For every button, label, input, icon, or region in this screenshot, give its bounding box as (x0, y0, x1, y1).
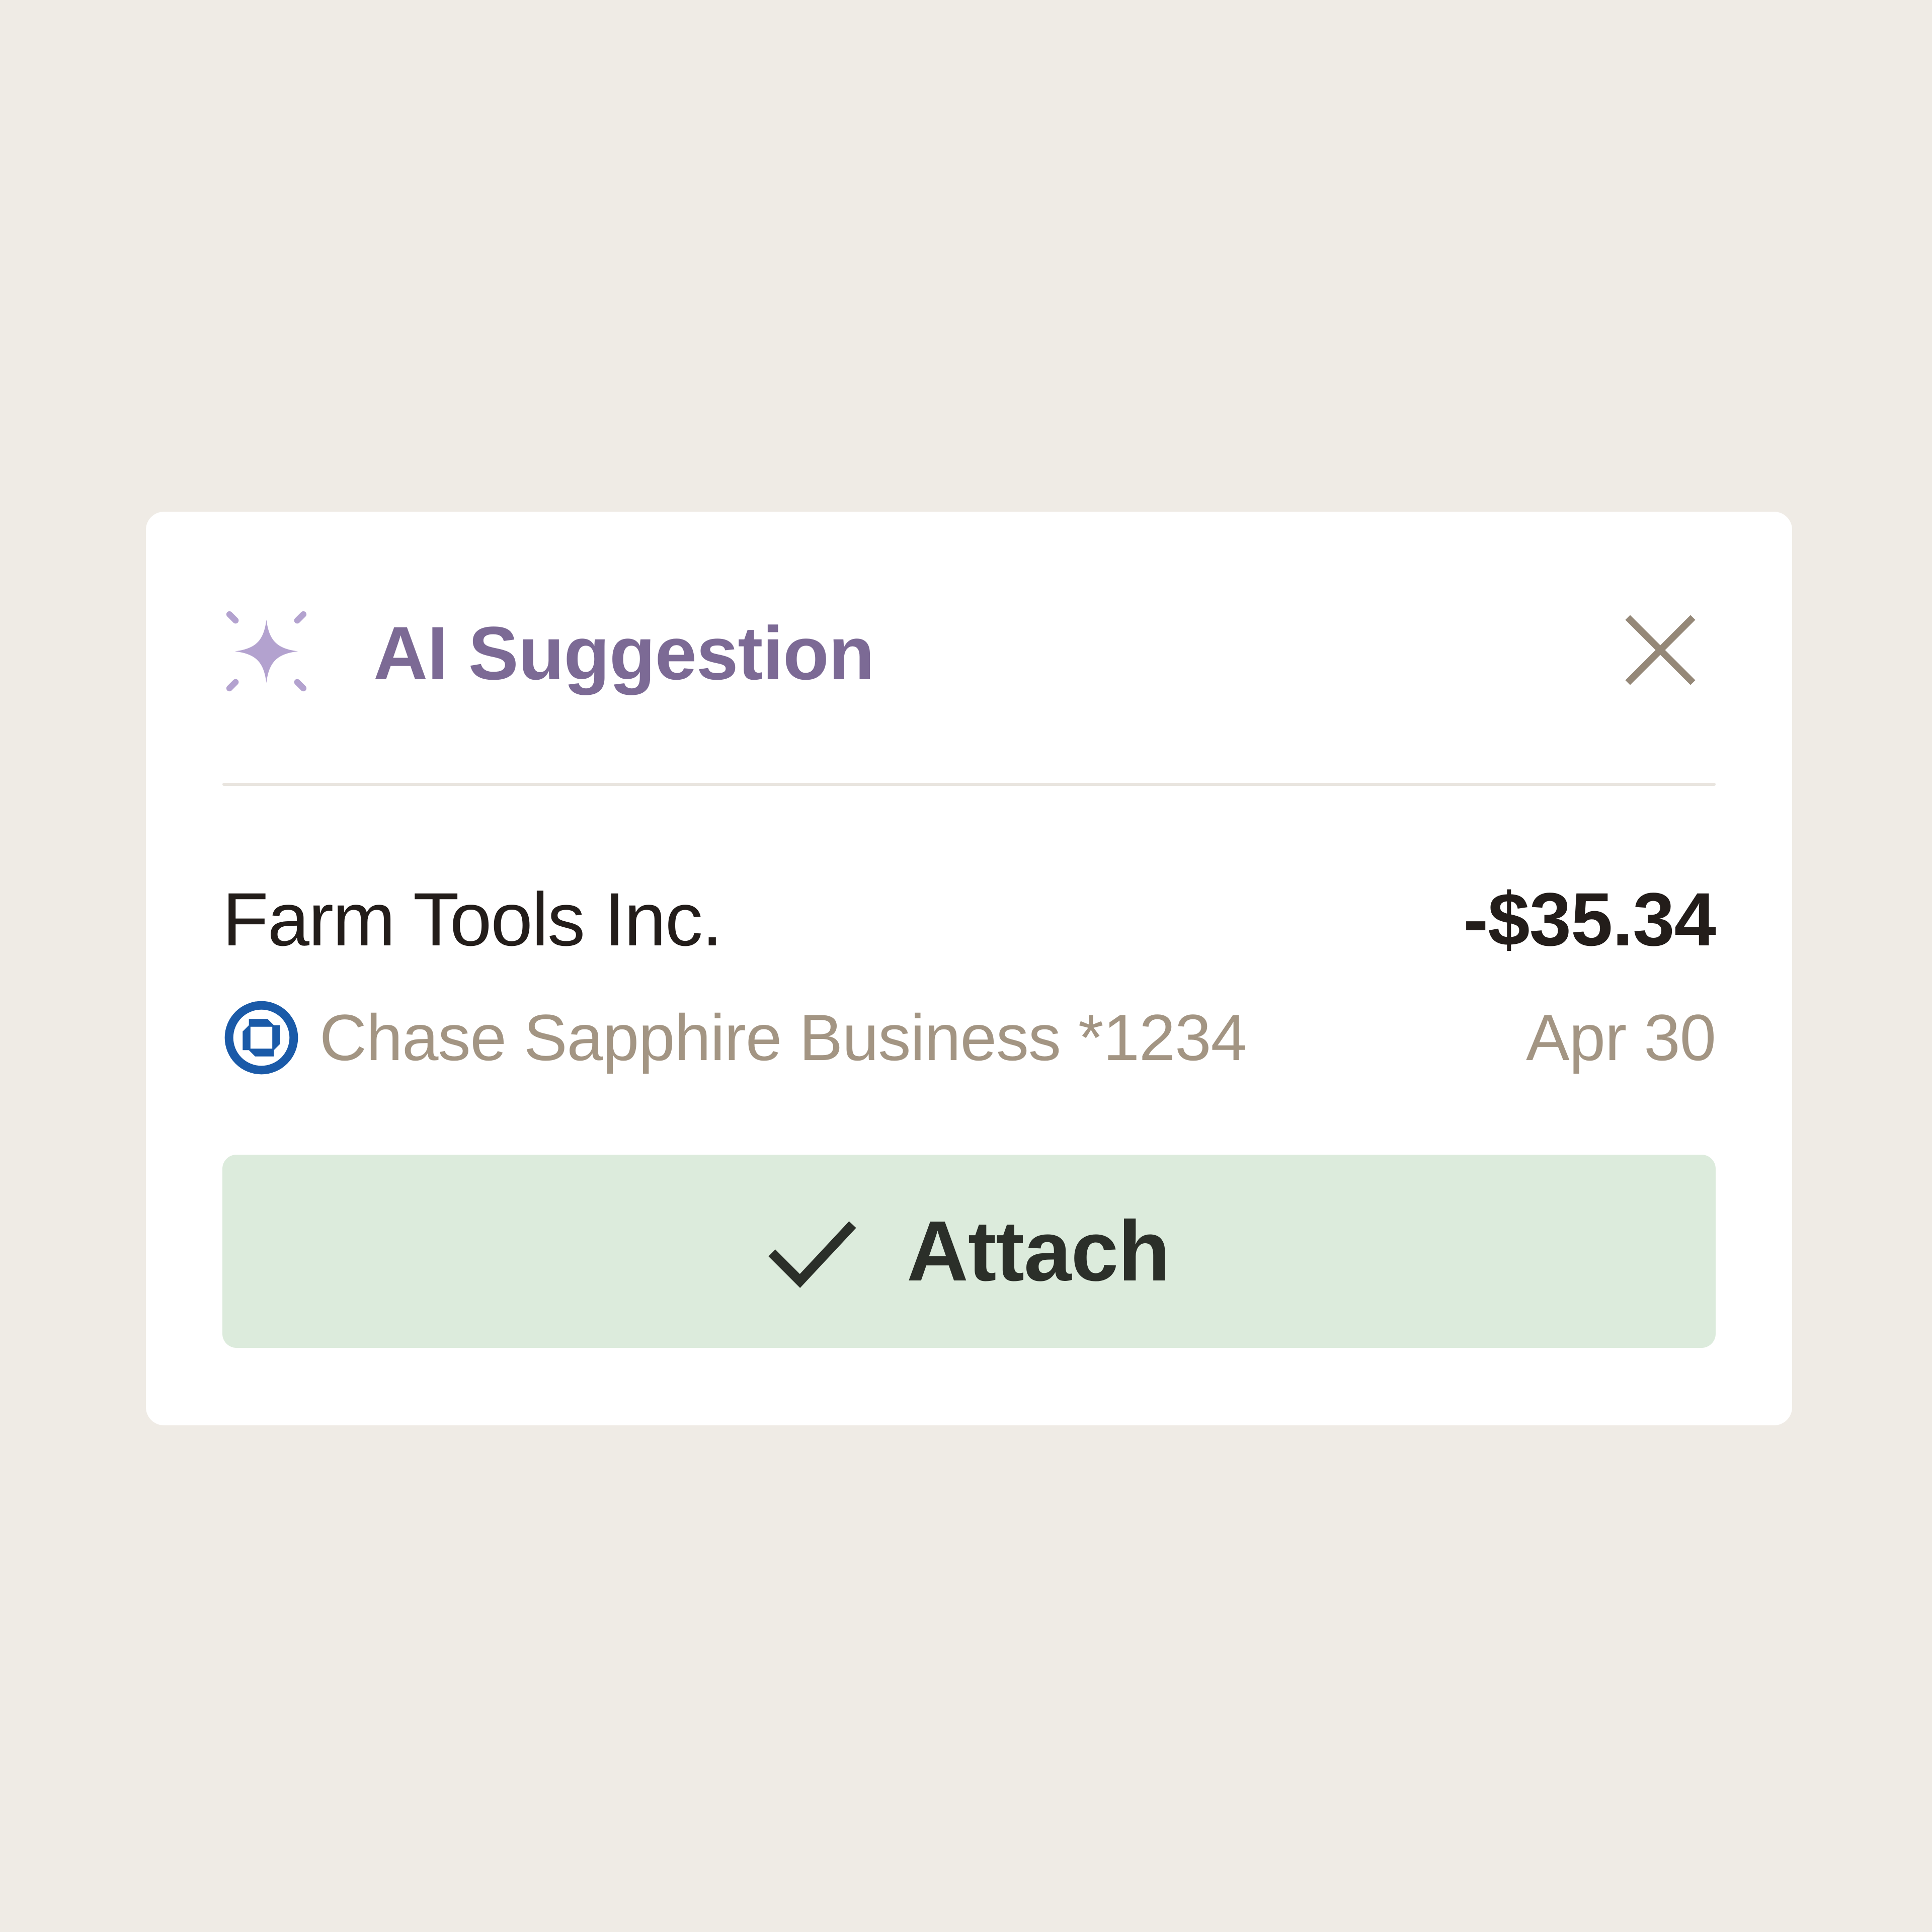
attach-button[interactable]: Attach (222, 1155, 1716, 1348)
transaction-amount: -$35.34 (1463, 877, 1716, 961)
attach-button-label: Attach (907, 1203, 1170, 1299)
close-icon (1625, 615, 1696, 685)
merchant-name: Farm Tools Inc. (222, 877, 723, 961)
chase-bank-logo-icon (224, 1001, 298, 1075)
ai-suggestion-card: AI Suggestion Farm Tools Inc. -$35.34 Ch… (146, 512, 1792, 1425)
card-header: AI Suggestion (222, 512, 1716, 784)
account-name: Chase Sapphire Business *1234 (319, 1001, 1247, 1074)
card-title: AI Suggestion (373, 611, 874, 695)
header-divider (222, 783, 1716, 786)
check-icon (768, 1221, 856, 1288)
sparkle-icon (226, 611, 307, 692)
transaction-date: Apr 30 (1525, 1001, 1716, 1074)
close-button[interactable] (1623, 612, 1698, 688)
